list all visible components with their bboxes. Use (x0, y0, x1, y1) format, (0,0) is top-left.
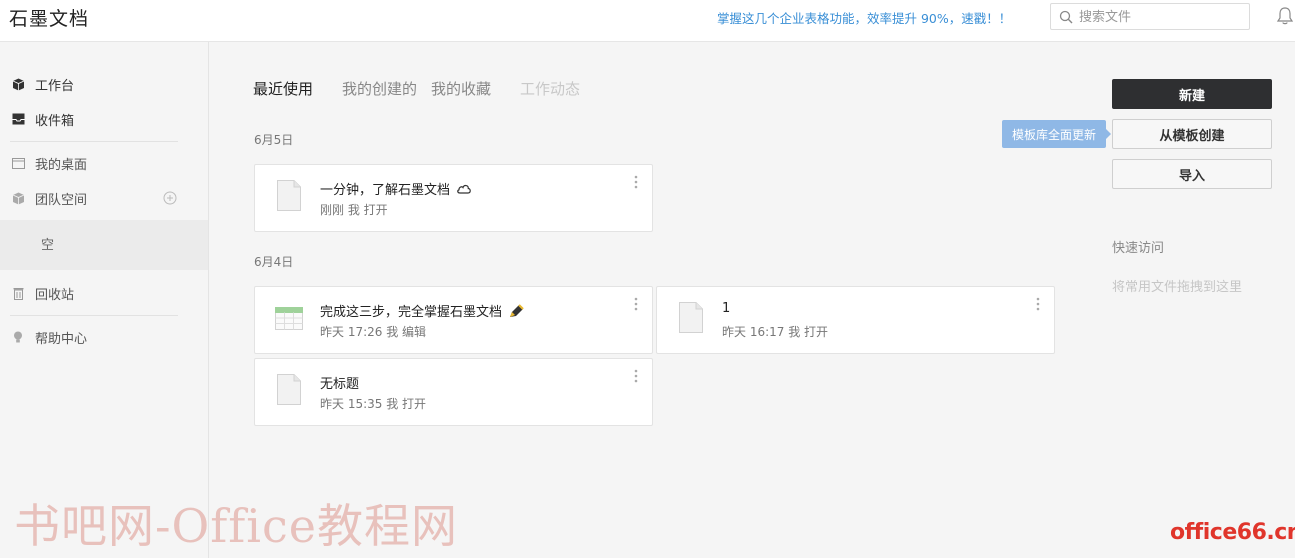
watermark-text: 书吧网-Office教程网 (14, 499, 459, 553)
top-bar: 石墨文档 掌握这几个企业表格功能，效率提升 90%，速戳！！ (0, 0, 1295, 42)
file-title: 完成这三步，完全掌握石墨文档 (320, 305, 503, 320)
search-input[interactable] (1079, 7, 1244, 27)
team-space-empty: 空 (0, 220, 208, 270)
sidebar-item-trash[interactable]: 回收站 (10, 282, 74, 304)
from-template-button[interactable]: 从模板创建 (1112, 119, 1272, 149)
new-button[interactable]: 新建 (1112, 79, 1272, 109)
file-title-row: 无标题 (320, 373, 359, 392)
sidebar-item-workbench[interactable]: 工作台 (10, 73, 74, 95)
divider (10, 315, 178, 316)
sidebar-item-label: 回收站 (35, 287, 75, 303)
more-vertical-icon[interactable] (634, 297, 638, 311)
quick-access-title: 快速访问 (1112, 241, 1165, 256)
watermark-site: office66.cn (1170, 520, 1295, 545)
file-card[interactable]: 1 昨天 16:17 我 打开 (656, 286, 1055, 354)
file-meta: 昨天 16:17 我 打开 (722, 325, 829, 339)
bell-icon[interactable] (1276, 6, 1294, 26)
doc-icon (277, 180, 301, 211)
file-card[interactable]: 完成这三步，完全掌握石墨文档 昨天 17:26 我 编辑 (254, 286, 653, 354)
sidebar-item-label: 团队空间 (35, 192, 88, 208)
file-meta: 刚刚 我 打开 (320, 203, 388, 217)
tab-created[interactable]: 我的创建的 (342, 78, 417, 99)
quick-access-dropzone[interactable]: 将常用文件拖拽到这里 (1112, 276, 1242, 295)
cloud-icon (456, 183, 472, 194)
sidebar: 工作台 收件箱 我的桌面 团队空间 空 回收站 帮助中心 (0, 42, 209, 558)
sidebar-item-label: 帮助中心 (35, 331, 88, 347)
file-title: 一分钟，了解石墨文档 (320, 183, 451, 198)
cube-icon (10, 76, 26, 92)
trash-icon (10, 285, 26, 301)
template-update-tooltip: 模板库全面更新 (1002, 120, 1111, 148)
lightbulb-icon (10, 329, 26, 345)
inbox-icon (10, 111, 26, 127)
file-meta: 昨天 15:35 我 打开 (320, 397, 427, 411)
team-cube-icon (10, 190, 26, 206)
sidebar-item-help[interactable]: 帮助中心 (10, 326, 87, 348)
file-title-row: 一分钟，了解石墨文档 (320, 179, 472, 198)
sidebar-item-label: 我的桌面 (35, 157, 88, 173)
file-card[interactable]: 无标题 昨天 15:35 我 打开 (254, 358, 653, 426)
pencil-icon (508, 303, 525, 319)
date-group-label: 6月4日 (254, 255, 294, 269)
file-meta: 昨天 17:26 我 编辑 (320, 325, 427, 339)
more-vertical-icon[interactable] (634, 175, 638, 189)
add-team-icon[interactable] (163, 191, 177, 205)
file-title: 无标题 (320, 377, 360, 392)
sidebar-item-inbox[interactable]: 收件箱 (10, 108, 74, 130)
empty-label: 空 (41, 238, 55, 253)
file-title-row: 完成这三步，完全掌握石墨文档 (320, 301, 525, 320)
search-icon (1059, 10, 1073, 24)
more-vertical-icon[interactable] (1036, 297, 1040, 311)
divider (10, 141, 178, 142)
file-title-row: 1 (722, 301, 730, 316)
tab-activity[interactable]: 工作动态 (520, 78, 580, 99)
search-box[interactable] (1050, 3, 1250, 30)
file-title: 1 (722, 301, 731, 316)
sheet-icon (275, 307, 303, 330)
date-group-label: 6月5日 (254, 133, 294, 147)
app-logo[interactable]: 石墨文档 (9, 4, 89, 31)
doc-icon (277, 374, 301, 405)
file-card[interactable]: 一分钟，了解石墨文档 刚刚 我 打开 (254, 164, 653, 232)
tab-recent[interactable]: 最近使用 (253, 78, 313, 99)
doc-icon (679, 302, 703, 333)
sidebar-item-team-space[interactable]: 团队空间 (10, 187, 87, 209)
sidebar-item-desktop[interactable]: 我的桌面 (10, 152, 87, 174)
sidebar-item-label: 收件箱 (35, 113, 75, 129)
sidebar-item-label: 工作台 (35, 78, 75, 94)
promo-link[interactable]: 掌握这几个企业表格功能，效率提升 90%，速戳！！ (717, 8, 1011, 27)
more-vertical-icon[interactable] (634, 369, 638, 383)
desktop-icon (10, 155, 26, 171)
tab-favorites[interactable]: 我的收藏 (431, 78, 491, 99)
import-button[interactable]: 导入 (1112, 159, 1272, 189)
